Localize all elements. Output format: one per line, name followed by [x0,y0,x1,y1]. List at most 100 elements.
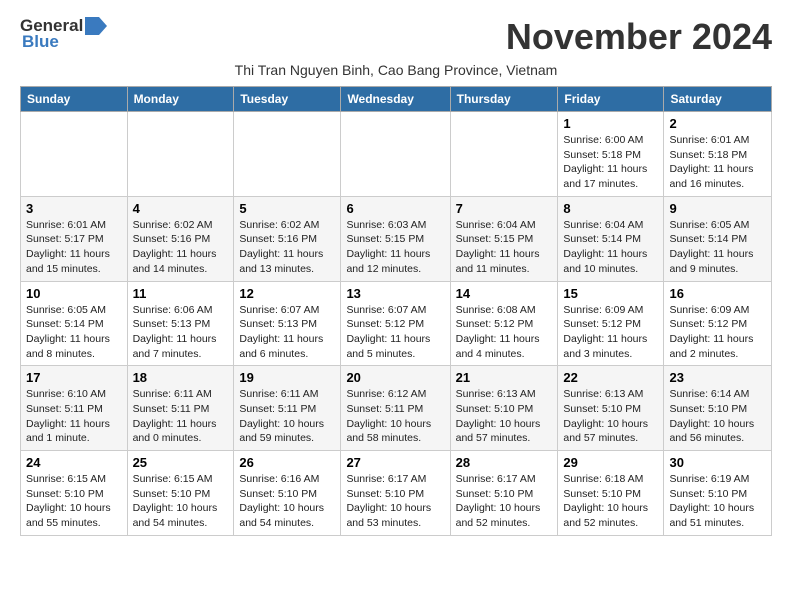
calendar-cell: 5 Sunrise: 6:02 AM Sunset: 5:16 PM Daylig… [234,196,341,281]
day-number: 1 [563,116,658,131]
calendar-cell: 3 Sunrise: 6:01 AM Sunset: 5:17 PM Daylig… [21,196,128,281]
day-info: Sunrise: 6:05 AM Sunset: 5:14 PM Dayligh… [669,218,766,277]
calendar-week-3: 17 Sunrise: 6:10 AM Sunset: 5:11 PM Dayli… [21,366,772,451]
day-info: Sunrise: 6:14 AM Sunset: 5:10 PM Dayligh… [669,387,766,446]
calendar-cell: 15 Sunrise: 6:09 AM Sunset: 5:12 PM Dayli… [558,281,664,366]
calendar-cell: 1 Sunrise: 6:00 AM Sunset: 5:18 PM Daylig… [558,112,664,197]
calendar-cell: 6 Sunrise: 6:03 AM Sunset: 5:15 PM Daylig… [341,196,450,281]
calendar-cell: 17 Sunrise: 6:10 AM Sunset: 5:11 PM Dayli… [21,366,128,451]
day-number: 12 [239,286,335,301]
calendar-cell: 23 Sunrise: 6:14 AM Sunset: 5:10 PM Dayli… [664,366,772,451]
day-number: 4 [133,201,229,216]
day-number: 5 [239,201,335,216]
day-info: Sunrise: 6:07 AM Sunset: 5:13 PM Dayligh… [239,303,335,362]
calendar-cell [127,112,234,197]
day-number: 10 [26,286,122,301]
day-number: 2 [669,116,766,131]
day-info: Sunrise: 6:17 AM Sunset: 5:10 PM Dayligh… [346,472,444,531]
calendar-cell: 10 Sunrise: 6:05 AM Sunset: 5:14 PM Dayli… [21,281,128,366]
day-info: Sunrise: 6:11 AM Sunset: 5:11 PM Dayligh… [239,387,335,446]
day-number: 16 [669,286,766,301]
calendar-cell: 20 Sunrise: 6:12 AM Sunset: 5:11 PM Dayli… [341,366,450,451]
calendar-cell [341,112,450,197]
day-info: Sunrise: 6:09 AM Sunset: 5:12 PM Dayligh… [563,303,658,362]
day-number: 17 [26,370,122,385]
calendar-cell: 7 Sunrise: 6:04 AM Sunset: 5:15 PM Daylig… [450,196,558,281]
calendar-cell: 24Sunrise: 6:15 AM Sunset: 5:10 PM Dayli… [21,451,128,536]
day-info: Sunrise: 6:04 AM Sunset: 5:15 PM Dayligh… [456,218,553,277]
day-info: Sunrise: 6:06 AM Sunset: 5:13 PM Dayligh… [133,303,229,362]
day-info: Sunrise: 6:02 AM Sunset: 5:16 PM Dayligh… [239,218,335,277]
calendar-header-row: SundayMondayTuesdayWednesdayThursdayFrid… [21,87,772,112]
day-info: Sunrise: 6:18 AM Sunset: 5:10 PM Dayligh… [563,472,658,531]
calendar-cell: 8 Sunrise: 6:04 AM Sunset: 5:14 PM Daylig… [558,196,664,281]
weekday-header-monday: Monday [127,87,234,112]
calendar-cell: 4 Sunrise: 6:02 AM Sunset: 5:16 PM Daylig… [127,196,234,281]
calendar-cell: 28Sunrise: 6:17 AM Sunset: 5:10 PM Dayli… [450,451,558,536]
weekday-header-sunday: Sunday [21,87,128,112]
day-number: 3 [26,201,122,216]
day-number: 6 [346,201,444,216]
day-info: Sunrise: 6:03 AM Sunset: 5:15 PM Dayligh… [346,218,444,277]
day-info: Sunrise: 6:15 AM Sunset: 5:10 PM Dayligh… [133,472,229,531]
weekday-header-tuesday: Tuesday [234,87,341,112]
calendar-cell: 14Sunrise: 6:08 AM Sunset: 5:12 PM Dayli… [450,281,558,366]
weekday-header-thursday: Thursday [450,87,558,112]
day-number: 19 [239,370,335,385]
day-number: 11 [133,286,229,301]
day-info: Sunrise: 6:04 AM Sunset: 5:14 PM Dayligh… [563,218,658,277]
day-number: 9 [669,201,766,216]
calendar-cell: 25 Sunrise: 6:15 AM Sunset: 5:10 PM Dayli… [127,451,234,536]
day-info: Sunrise: 6:09 AM Sunset: 5:12 PM Dayligh… [669,303,766,362]
day-number: 30 [669,455,766,470]
day-number: 27 [346,455,444,470]
logo-icon [85,17,107,35]
day-info: Sunrise: 6:13 AM Sunset: 5:10 PM Dayligh… [456,387,553,446]
day-number: 8 [563,201,658,216]
day-number: 26 [239,455,335,470]
calendar-cell [450,112,558,197]
calendar-cell [21,112,128,197]
calendar-cell: 22Sunrise: 6:13 AM Sunset: 5:10 PM Dayli… [558,366,664,451]
day-info: Sunrise: 6:16 AM Sunset: 5:10 PM Dayligh… [239,472,335,531]
weekday-header-friday: Friday [558,87,664,112]
day-info: Sunrise: 6:11 AM Sunset: 5:11 PM Dayligh… [133,387,229,446]
day-number: 20 [346,370,444,385]
calendar-cell: 11 Sunrise: 6:06 AM Sunset: 5:13 PM Dayli… [127,281,234,366]
calendar-week-4: 24Sunrise: 6:15 AM Sunset: 5:10 PM Dayli… [21,451,772,536]
day-info: Sunrise: 6:13 AM Sunset: 5:10 PM Dayligh… [563,387,658,446]
calendar-cell: 13 Sunrise: 6:07 AM Sunset: 5:12 PM Dayli… [341,281,450,366]
page: General Blue November 2024 Thi Tran Nguy… [0,0,792,552]
day-info: Sunrise: 6:05 AM Sunset: 5:14 PM Dayligh… [26,303,122,362]
day-number: 29 [563,455,658,470]
logo: General Blue [20,16,107,52]
day-info: Sunrise: 6:15 AM Sunset: 5:10 PM Dayligh… [26,472,122,531]
day-info: Sunrise: 6:01 AM Sunset: 5:17 PM Dayligh… [26,218,122,277]
day-number: 28 [456,455,553,470]
calendar-cell: 18 Sunrise: 6:11 AM Sunset: 5:11 PM Dayli… [127,366,234,451]
calendar-cell: 26 Sunrise: 6:16 AM Sunset: 5:10 PM Dayli… [234,451,341,536]
calendar-cell: 19 Sunrise: 6:11 AM Sunset: 5:11 PM Dayli… [234,366,341,451]
day-number: 13 [346,286,444,301]
day-info: Sunrise: 6:10 AM Sunset: 5:11 PM Dayligh… [26,387,122,446]
day-info: Sunrise: 6:12 AM Sunset: 5:11 PM Dayligh… [346,387,444,446]
day-number: 23 [669,370,766,385]
day-number: 7 [456,201,553,216]
day-number: 21 [456,370,553,385]
day-info: Sunrise: 6:02 AM Sunset: 5:16 PM Dayligh… [133,218,229,277]
day-number: 14 [456,286,553,301]
calendar-cell: 16 Sunrise: 6:09 AM Sunset: 5:12 PM Dayli… [664,281,772,366]
calendar-cell: 29 Sunrise: 6:18 AM Sunset: 5:10 PM Dayli… [558,451,664,536]
day-info: Sunrise: 6:00 AM Sunset: 5:18 PM Dayligh… [563,133,658,192]
calendar-table: SundayMondayTuesdayWednesdayThursdayFrid… [20,86,772,536]
weekday-header-wednesday: Wednesday [341,87,450,112]
calendar-cell: 30Sunrise: 6:19 AM Sunset: 5:10 PM Dayli… [664,451,772,536]
location: Thi Tran Nguyen Binh, Cao Bang Province,… [20,62,772,78]
day-number: 25 [133,455,229,470]
day-info: Sunrise: 6:07 AM Sunset: 5:12 PM Dayligh… [346,303,444,362]
calendar-week-0: 1 Sunrise: 6:00 AM Sunset: 5:18 PM Daylig… [21,112,772,197]
calendar-cell: 27 Sunrise: 6:17 AM Sunset: 5:10 PM Dayli… [341,451,450,536]
day-number: 18 [133,370,229,385]
day-info: Sunrise: 6:01 AM Sunset: 5:18 PM Dayligh… [669,133,766,192]
day-number: 15 [563,286,658,301]
